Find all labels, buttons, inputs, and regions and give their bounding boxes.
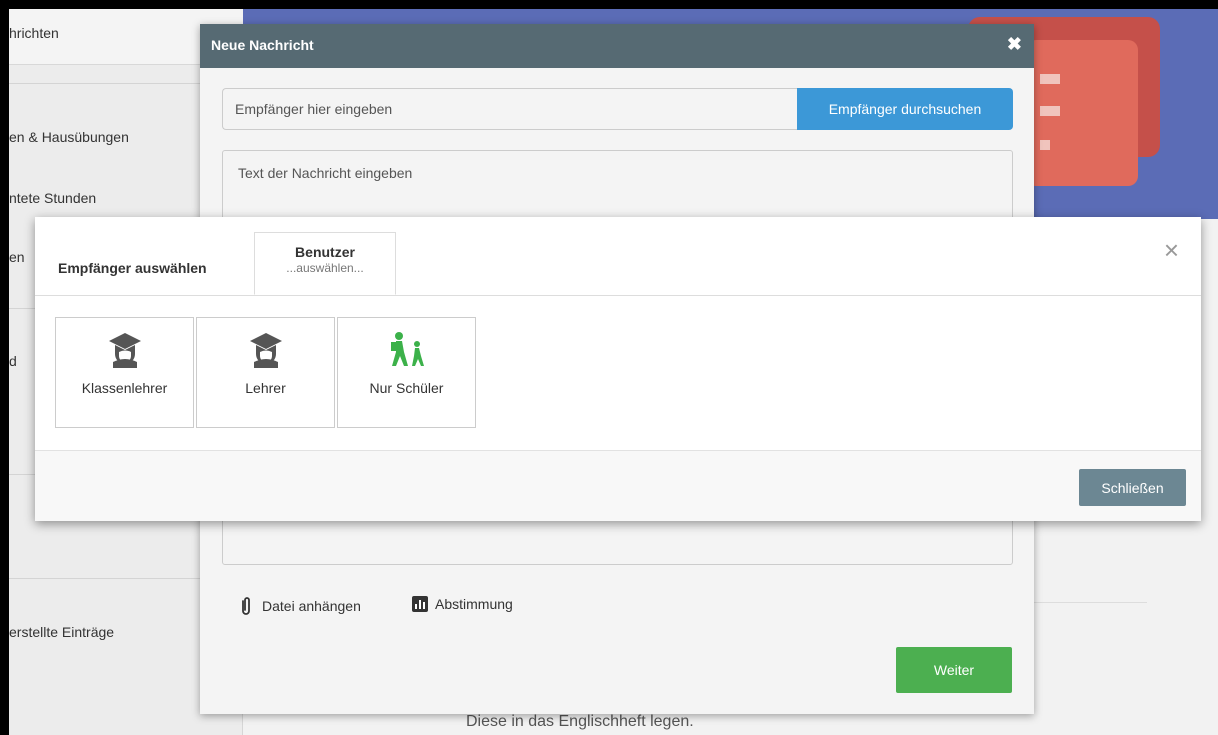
- dialog-header: Neue Nachricht ✖: [200, 24, 1034, 68]
- sidebar-item-stunden[interactable]: ntete Stunden: [9, 190, 96, 206]
- option-label: Lehrer: [245, 380, 286, 396]
- sidebar-item-d[interactable]: d: [9, 353, 17, 369]
- attach-file-label: Datei anhängen: [262, 598, 361, 614]
- poll-label: Abstimmung: [435, 596, 513, 612]
- sidebar-item-hausuebungen[interactable]: en & Hausübungen: [9, 129, 129, 145]
- paperclip-icon: [242, 597, 250, 615]
- close-icon[interactable]: ✖: [1007, 34, 1022, 55]
- tab-divider: [35, 295, 1201, 296]
- search-recipients-button[interactable]: Empfänger durchsuchen: [797, 88, 1013, 130]
- sidebar-item-en[interactable]: en: [9, 249, 25, 265]
- attach-file-link[interactable]: Datei anhängen: [240, 596, 361, 616]
- content-divider: [1032, 602, 1147, 603]
- tab-subtitle: ...auswählen...: [286, 261, 364, 275]
- close-icon[interactable]: ×: [1164, 237, 1179, 263]
- sidebar-header-label: hrichten: [9, 25, 59, 41]
- next-button[interactable]: Weiter: [896, 647, 1012, 693]
- sidebar-item-eintraege[interactable]: erstellte Einträge: [9, 624, 114, 640]
- bar-chart-icon: [412, 596, 428, 612]
- option-label: Nur Schüler: [369, 380, 444, 396]
- dialog-title: Empfänger auswählen: [58, 260, 207, 276]
- students-walking-icon: [390, 332, 424, 366]
- option-label: Klassenlehrer: [81, 380, 168, 396]
- option-nur-schueler[interactable]: Nur Schüler: [337, 317, 476, 428]
- content-text: Diese in das Englischheft legen.: [466, 713, 694, 730]
- option-lehrer[interactable]: Lehrer: [196, 317, 335, 428]
- dialog-title: Neue Nachricht: [211, 37, 314, 53]
- recipient-input[interactable]: [222, 88, 798, 130]
- poll-link[interactable]: Abstimmung: [412, 596, 513, 612]
- dialog-footer: [35, 451, 1201, 521]
- tab-benutzer[interactable]: Benutzer ...auswählen...: [254, 232, 396, 295]
- graduate-icon: [108, 333, 141, 368]
- tab-title: Benutzer: [295, 244, 355, 260]
- recipient-select-dialog: Empfänger auswählen Benutzer ...auswähle…: [35, 217, 1201, 521]
- option-klassenlehrer[interactable]: Klassenlehrer: [55, 317, 194, 428]
- close-button[interactable]: Schließen: [1079, 469, 1186, 506]
- graduate-icon: [249, 333, 282, 368]
